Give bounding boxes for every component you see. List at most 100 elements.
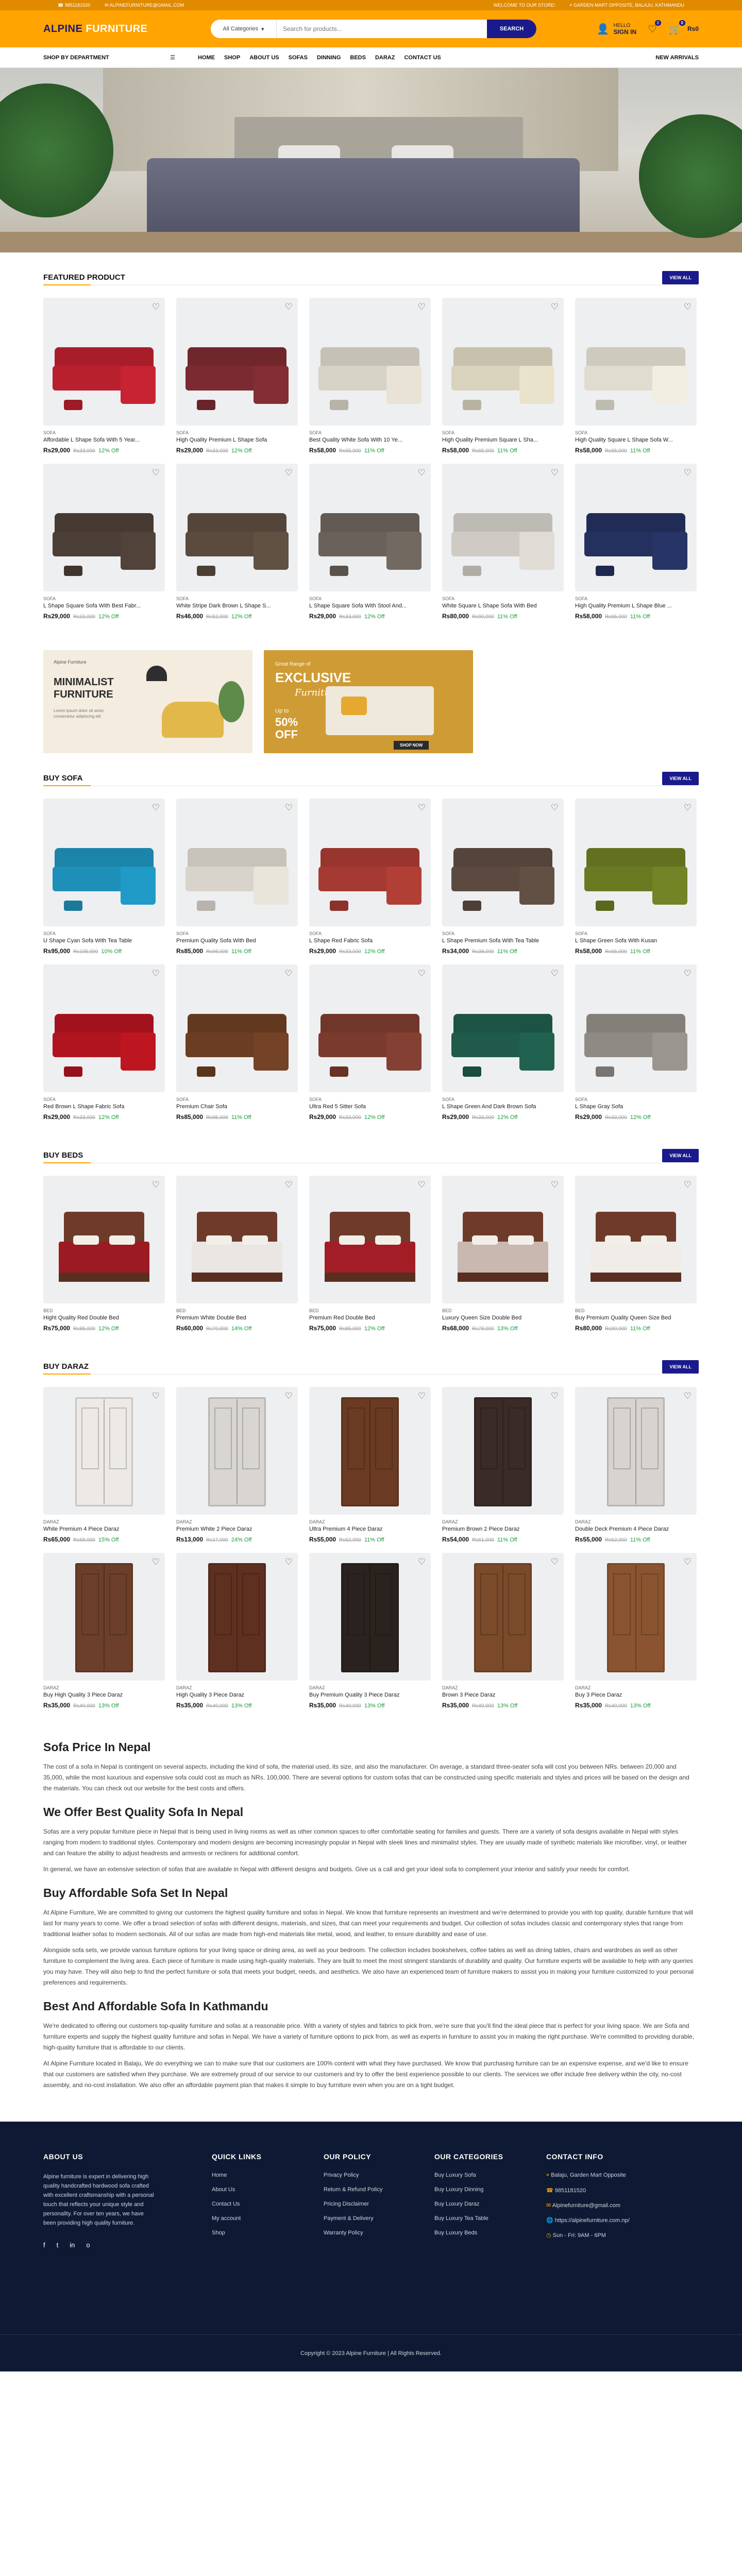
cart-button[interactable]: 🛒 0 Rs0 xyxy=(668,20,699,36)
product-name[interactable]: Premium White 2 Piece Daraz xyxy=(176,1526,298,1532)
heart-icon[interactable]: ♡ xyxy=(418,803,426,813)
footer-policy-link[interactable]: Warranty Policy xyxy=(324,2230,434,2236)
product-image[interactable]: ♡ xyxy=(575,298,697,426)
product-name[interactable]: Buy Premium Quality Queen Size Bed xyxy=(575,1315,697,1321)
footer-category-link[interactable]: Buy Luxury Beds xyxy=(434,2230,546,2236)
product-name[interactable]: L Shape Square Sofa With Best Fabr... xyxy=(43,603,165,609)
heart-icon[interactable]: ♡ xyxy=(152,1391,160,1401)
product-image[interactable]: ♡ xyxy=(309,964,431,1092)
product-image[interactable]: ♡ xyxy=(442,464,564,591)
product-image[interactable]: ♡ xyxy=(43,1176,165,1303)
product-name[interactable]: Ultra Red 5 Sitter Sofa xyxy=(309,1104,431,1110)
footer-policy-link[interactable]: Return & Refund Policy xyxy=(324,2187,434,2193)
footer-quick-link[interactable]: Shop xyxy=(212,2230,324,2236)
product-name[interactable]: L Shape Premium Sofa With Tea Table xyxy=(442,938,564,944)
linkedin-icon[interactable]: in xyxy=(70,2241,75,2249)
footer-contact-item[interactable]: ☎ 9851181520 xyxy=(546,2187,630,2194)
product-image[interactable]: ♡ xyxy=(575,799,697,926)
product-name[interactable]: High Quality Premium Square L Sha... xyxy=(442,437,564,443)
footer-category-link[interactable]: Buy Luxury Tea Table xyxy=(434,2215,546,2222)
product-card[interactable]: ♡ SOFA High Quality Premium L Shape Blue .… xyxy=(575,464,697,630)
product-card[interactable]: ♡ DARAZ Double Deck Premium 4 Piece Daraz R… xyxy=(575,1387,697,1553)
product-card[interactable]: ♡ SOFA High Quality Square L Shape Sofa W.… xyxy=(575,298,697,464)
heart-icon[interactable]: ♡ xyxy=(418,969,426,979)
footer-contact-item[interactable]: ◷ Sun - Fri: 9AM - 6PM xyxy=(546,2232,630,2239)
product-image[interactable]: ♡ xyxy=(442,1176,564,1303)
product-card[interactable]: ♡ SOFA High Quality Premium L Shape Sofa Rs… xyxy=(176,298,298,464)
view-all-button[interactable]: VIEW ALL xyxy=(662,270,699,284)
heart-icon[interactable]: ♡ xyxy=(285,468,293,478)
nav-item-sofas[interactable]: SOFAS xyxy=(289,55,308,61)
footer-quick-link[interactable]: My account xyxy=(212,2215,324,2222)
product-image[interactable]: ♡ xyxy=(575,1387,697,1515)
product-name[interactable]: Luxury Queen Size Double Bed xyxy=(442,1315,564,1321)
heart-icon[interactable]: ♡ xyxy=(152,803,160,813)
footer-quick-link[interactable]: Home xyxy=(212,2172,324,2178)
heart-icon[interactable]: ♡ xyxy=(551,803,559,813)
product-card[interactable]: ♡ SOFA Ultra Red 5 Sitter Sofa Rs29,000 Rs33… xyxy=(309,964,431,1130)
heart-icon[interactable]: ♡ xyxy=(418,1557,426,1567)
product-card[interactable]: ♡ DARAZ Premium Brown 2 Piece Daraz Rs54,00… xyxy=(442,1387,564,1553)
product-card[interactable]: ♡ SOFA White Stripe Dark Brown L Shape S..… xyxy=(176,464,298,630)
heart-icon[interactable]: ♡ xyxy=(285,302,293,312)
product-image[interactable]: ♡ xyxy=(575,964,697,1092)
product-image[interactable]: ♡ xyxy=(43,799,165,926)
heart-icon[interactable]: ♡ xyxy=(684,468,692,478)
search-input[interactable] xyxy=(277,20,487,38)
nav-item-about-us[interactable]: ABOUT US xyxy=(249,55,279,61)
product-card[interactable]: ♡ DARAZ Premium White 2 Piece Daraz Rs13,00… xyxy=(176,1387,298,1553)
footer-quick-link[interactable]: Contact Us xyxy=(212,2201,324,2207)
product-image[interactable]: ♡ xyxy=(442,298,564,426)
product-image[interactable]: ♡ xyxy=(575,1176,697,1303)
product-image[interactable]: ♡ xyxy=(176,1553,298,1681)
heart-icon[interactable]: ♡ xyxy=(551,468,559,478)
heart-icon[interactable]: ♡ xyxy=(551,302,559,312)
shop-by-department[interactable]: SHOP BY DEPARTMENT ☰ xyxy=(43,54,188,61)
product-image[interactable]: ♡ xyxy=(43,1387,165,1515)
heart-icon[interactable]: ♡ xyxy=(551,1557,559,1567)
product-name[interactable]: Buy High Quality 3 Piece Daraz xyxy=(43,1692,165,1698)
product-card[interactable]: ♡ DARAZ High Quality 3 Piece Daraz Rs35,000… xyxy=(176,1553,298,1719)
nav-item-contact-us[interactable]: CONTACT US xyxy=(404,55,441,61)
product-name[interactable]: High Quality Square L Shape Sofa W... xyxy=(575,437,697,443)
heart-icon[interactable]: ♡ xyxy=(684,969,692,979)
product-card[interactable]: ♡ SOFA L Shape Gray Sofa Rs29,000 Rs33,000 12… xyxy=(575,964,697,1130)
heart-icon[interactable]: ♡ xyxy=(551,1180,559,1190)
product-image[interactable]: ♡ xyxy=(309,298,431,426)
product-card[interactable]: ♡ SOFA U Shape Cyan Sofa With Tea Table Rs9… xyxy=(43,799,165,964)
heart-icon[interactable]: ♡ xyxy=(285,803,293,813)
shop-now-button[interactable]: SHOP NOW xyxy=(394,741,429,750)
product-name[interactable]: Premium Quality Sofa With Bed xyxy=(176,938,298,944)
product-card[interactable]: ♡ SOFA Affordable L Shape Sofa With 5 Year… xyxy=(43,298,165,464)
site-logo[interactable]: ALPINE FURNITURE xyxy=(43,23,211,35)
product-name[interactable]: L Shape Green Sofa With Kusan xyxy=(575,938,697,944)
product-name[interactable]: L Shape Square Sofa With Stool And... xyxy=(309,603,431,609)
product-image[interactable]: ♡ xyxy=(176,799,298,926)
footer-category-link[interactable]: Buy Luxury Daraz xyxy=(434,2201,546,2207)
product-name[interactable]: Best Quality White Sofa With 10 Ye... xyxy=(309,437,431,443)
product-image[interactable]: ♡ xyxy=(309,1176,431,1303)
heart-icon[interactable]: ♡ xyxy=(418,302,426,312)
search-button[interactable]: SEARCH xyxy=(487,20,536,38)
heart-icon[interactable]: ♡ xyxy=(684,803,692,813)
product-name[interactable]: U Shape Cyan Sofa With Tea Table xyxy=(43,938,165,944)
wishlist-button[interactable]: ♡ 0 xyxy=(648,20,662,36)
product-name[interactable]: Double Deck Premium 4 Piece Daraz xyxy=(575,1526,697,1532)
footer-category-link[interactable]: Buy Luxury Dinning xyxy=(434,2187,546,2193)
product-card[interactable]: ♡ BED Premium Red Double Bed Rs75,000 Rs85,0… xyxy=(309,1176,431,1342)
product-name[interactable]: White Stripe Dark Brown L Shape S... xyxy=(176,603,298,609)
heart-icon[interactable]: ♡ xyxy=(684,1391,692,1401)
product-image[interactable]: ♡ xyxy=(442,964,564,1092)
product-name[interactable]: White Square L Shape Sofa With Bed xyxy=(442,603,564,609)
heart-icon[interactable]: ♡ xyxy=(418,468,426,478)
product-image[interactable]: ♡ xyxy=(43,298,165,426)
heart-icon[interactable]: ♡ xyxy=(152,302,160,312)
product-name[interactable]: Brown 3 Piece Daraz xyxy=(442,1692,564,1698)
product-name[interactable]: Buy 3 Piece Daraz xyxy=(575,1692,697,1698)
product-card[interactable]: ♡ DARAZ Buy Premium Quality 3 Piece Daraz R… xyxy=(309,1553,431,1719)
phone-text[interactable]: ☎ 9851181520 xyxy=(58,3,90,8)
product-image[interactable]: ♡ xyxy=(176,464,298,591)
heart-icon[interactable]: ♡ xyxy=(551,1391,559,1401)
view-all-button[interactable]: VIEW ALL xyxy=(662,1148,699,1162)
footer-policy-link[interactable]: Pricing Disclaimer xyxy=(324,2201,434,2207)
